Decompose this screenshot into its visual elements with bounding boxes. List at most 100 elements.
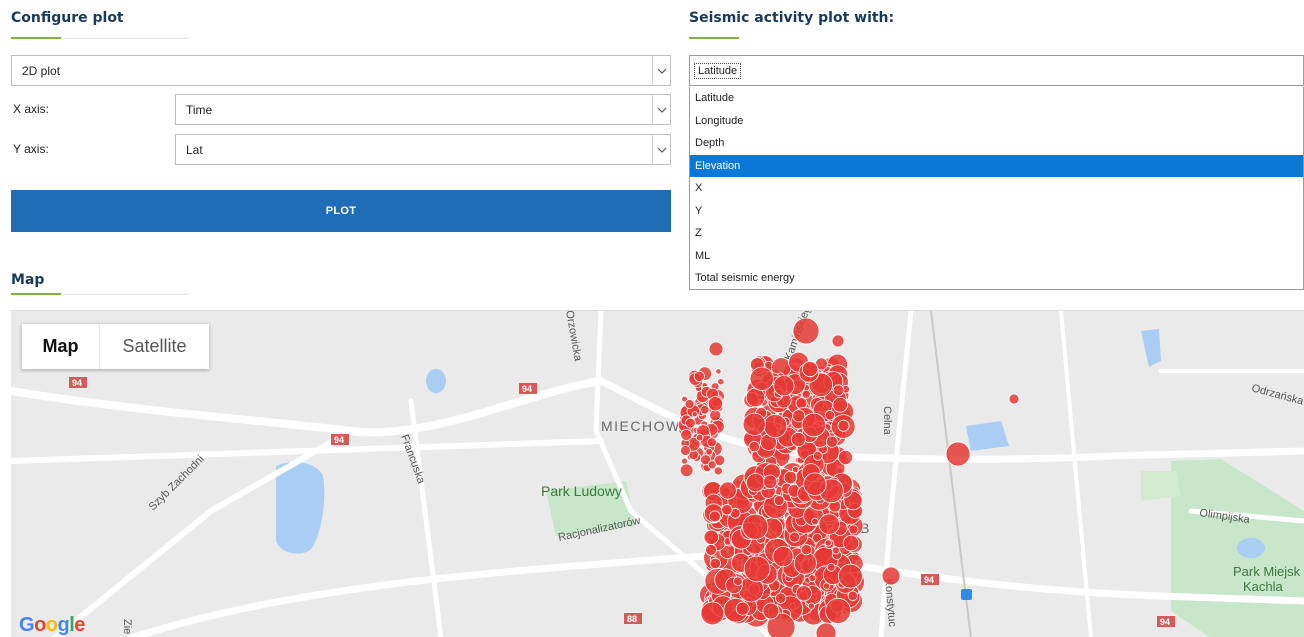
seismic-event-marker [685,417,696,429]
seismic-event-marker [945,441,971,467]
seismic-selected-value: Latitude [694,62,742,79]
seismic-event-marker [808,574,817,583]
seismic-event-marker [793,551,817,575]
seismic-event-marker [681,457,689,465]
dropdown-option-longitude[interactable]: Longitude [690,110,1303,133]
dropdown-option-z[interactable]: Z [690,222,1303,245]
seismic-event-marker [742,513,769,540]
seismic-event-marker [837,419,850,432]
map-type-map-button[interactable]: Map [22,324,100,369]
seismic-event-marker [763,474,778,490]
seismic-event-marker [825,435,839,448]
seismic-event-marker [824,410,836,421]
seismic-event-marker [1008,393,1020,405]
seismic-event-marker [705,447,713,456]
seismic-event-marker [838,563,863,589]
seismic-event-marker [684,399,695,409]
map-type-toggle: Map Satellite [22,324,209,369]
dropdown-option-elevation[interactable]: Elevation [690,154,1303,177]
map-canvas[interactable]: MIECHOWIC Park Ludowy Park Miejsk Kachla… [11,310,1304,637]
seismic-event-marker [713,466,723,476]
seismic-event-marker [831,546,840,555]
seismic-event-marker [831,334,845,348]
x-axis-select[interactable]: Time [175,94,671,125]
seismic-event-marker [718,481,737,500]
seismic-event-marker [790,431,806,447]
chevron-down-icon [652,56,670,85]
seismic-event-marker [824,539,832,547]
seismic-event-marker [815,622,837,637]
dropdown-option-x[interactable]: X [690,177,1303,200]
dropdown-option-ml[interactable]: ML [690,245,1303,268]
seismic-event-marker [807,602,816,610]
dropdown-option-depth[interactable]: Depth [690,132,1303,155]
seismic-event-marker [703,529,720,546]
seismic-event-marker [783,470,798,485]
seismic-event-marker [695,433,704,442]
seismic-plot-title: Seismic activity plot with: [689,10,895,26]
chevron-down-icon [652,135,670,164]
seismic-event-marker [847,590,859,602]
plot-type-value: 2D plot [22,63,61,78]
seismic-event-marker [773,495,785,506]
seismic-parameter-select[interactable]: Latitude [689,55,1304,86]
seismic-event-marker [800,544,812,556]
seismic-event-marker [707,396,724,412]
x-axis-label: X axis: [13,102,50,116]
google-logo: Google [19,614,85,636]
seismic-event-marker [773,375,795,397]
seismic-event-marker [789,531,801,543]
seismic-event-marker [705,543,717,556]
seismic-event-marker [812,450,823,461]
seismic-event-marker [801,412,827,438]
seismic-event-marker [848,524,859,535]
plot-type-select[interactable]: 2D plot [11,55,671,86]
seismic-event-marker [742,412,766,436]
seismic-event-marker [700,405,710,415]
seismic-event-marker [826,562,836,572]
chevron-down-icon [652,95,670,124]
seismic-event-marker [832,384,845,396]
seismic-event-marker [680,428,693,441]
seismic-event-marker [709,510,721,523]
y-axis-value: Lat [186,142,203,157]
map-title-rule [11,293,189,295]
dropdown-option-y[interactable]: Y [690,200,1303,223]
seismic-event-marker [818,513,840,535]
seismic-event-marker [825,597,852,624]
seismic-event-marker [679,463,694,478]
seismic-event-marker [691,411,698,418]
seismic-event-marker [743,555,771,583]
seismic-event-marker [811,517,819,526]
map-title: Map [11,272,45,288]
seismic-event-marker [842,534,860,552]
configure-plot-title: Configure plot [11,10,124,26]
seismic-event-marker [801,360,819,378]
x-axis-value: Time [186,102,213,117]
seismic-event-marker [721,503,733,516]
dropdown-option-total-seismic-energy[interactable]: Total seismic energy [690,267,1303,290]
seismic-event-marker [735,601,750,616]
seismic-event-marker [772,546,794,568]
seismic-event-marker [838,449,854,465]
seismic-event-marker [708,341,724,357]
seismic-event-marker [733,576,743,587]
seismic-event-marker [693,370,705,383]
seismic-event-marker [762,602,780,620]
seismic-event-marker [745,473,766,493]
seismic-parameter-dropdown-list: Latitude Longitude Depth Elevation X Y Z… [689,87,1304,290]
y-axis-label: Y axis: [13,142,49,156]
seismic-event-marker [700,601,725,626]
dropdown-option-latitude[interactable]: Latitude [690,87,1303,110]
seismic-event-marker [803,472,827,496]
configure-title-rule [11,37,189,39]
seismic-event-marker [801,389,811,399]
seismic-event-marker [748,440,760,453]
plot-button[interactable]: PLOT [11,190,671,232]
seismic-event-marker [749,366,774,391]
page: Configure plot 2D plot X axis: Time Y ax… [0,0,1304,637]
seismic-event-marker [795,585,813,602]
y-axis-select[interactable]: Lat [175,134,671,165]
seismic-event-marker [717,378,725,386]
map-type-satellite-button[interactable]: Satellite [100,324,209,369]
